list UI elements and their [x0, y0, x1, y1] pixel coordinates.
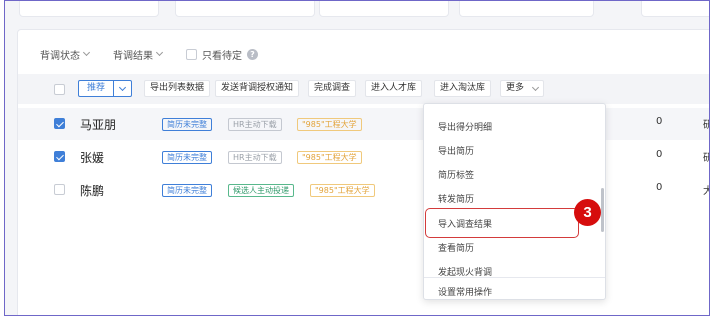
candidate-row[interactable]: 张媛 简历未完整 HR主动下载 "985"工程大学 0 研 — [18, 141, 709, 173]
more-label: 更多 — [506, 83, 525, 93]
recommend-split-button[interactable]: 推荐 — [78, 80, 133, 97]
chevron-down-icon — [82, 48, 91, 57]
candidate-name[interactable]: 陈鹏 — [80, 182, 104, 199]
result-filter-label: 背调结果 — [113, 50, 153, 62]
chevron-down-icon — [155, 48, 164, 57]
degree-value: 研 — [703, 149, 709, 164]
resume-status-tag: 简历未完整 — [162, 118, 212, 131]
chevron-down-icon — [118, 83, 127, 92]
resume-status-tag: 简历未完整 — [162, 151, 212, 164]
send-authorization-button[interactable]: 发送背调授权通知 — [215, 80, 300, 97]
source-tag: HR主动下载 — [228, 118, 282, 131]
more-actions-button[interactable]: 更多 — [500, 80, 544, 97]
candidate-name[interactable]: 马亚朋 — [80, 116, 116, 133]
export-list-button[interactable]: 导出列表数据 — [144, 80, 211, 97]
menu-item-view-resume[interactable]: 查看简历 — [438, 241, 474, 254]
summary-card — [19, 1, 159, 17]
resume-status-tag: 简历未完整 — [162, 184, 212, 197]
select-all-checkbox[interactable] — [54, 84, 65, 95]
only-pending-checkbox[interactable] — [186, 48, 197, 60]
talent-pool-button[interactable]: 进入人才库 — [365, 80, 423, 97]
menu-item-export-resume[interactable]: 导出简历 — [438, 144, 474, 157]
degree-value: 大 — [703, 182, 709, 197]
source-tag: HR主动下载 — [228, 151, 282, 164]
menu-item-export-scores[interactable]: 导出得分明细 — [438, 120, 492, 133]
only-pending-label: 只看待定 — [202, 50, 242, 62]
chevron-down-icon — [531, 83, 539, 92]
summary-card — [319, 1, 449, 17]
menu-item-settings[interactable]: 设置常用操作 — [438, 285, 492, 298]
university-tag: "985"工程大学 — [297, 118, 362, 131]
count-value: 0 — [656, 182, 663, 193]
result-filter[interactable]: 背调结果 — [113, 47, 164, 62]
candidate-row[interactable]: 陈鹏 简历未完整 候选人主动投递 "985"工程大学 0 大 — [18, 174, 709, 206]
summary-card — [641, 1, 709, 17]
menu-item-resume-tags[interactable]: 简历标签 — [438, 168, 474, 181]
row-checkbox[interactable] — [54, 184, 65, 195]
highlight-box — [425, 208, 579, 238]
complete-survey-button[interactable]: 完成调查 — [308, 80, 357, 97]
university-tag: "985"工程大学 — [297, 151, 362, 164]
summary-card — [175, 1, 315, 17]
summary-cards — [15, 1, 709, 19]
menu-item-forward-resume[interactable]: 转发简历 — [438, 192, 474, 205]
status-filter[interactable]: 背调状态 — [40, 47, 91, 62]
help-icon[interactable]: ? — [247, 48, 258, 60]
recommend-dropdown-toggle[interactable] — [114, 81, 131, 96]
filter-bar: 背调状态 背调结果 只看待定 ? — [40, 46, 258, 62]
row-checkbox[interactable] — [54, 151, 65, 162]
university-tag: "985"工程大学 — [310, 184, 375, 197]
menu-scrollbar[interactable] — [601, 188, 604, 232]
summary-card — [459, 1, 594, 17]
candidate-panel: 背调状态 背调结果 只看待定 ? 推荐 导出列表数据 发送背调授权通知 完成调查 — [17, 29, 709, 315]
count-value: 0 — [656, 149, 663, 160]
count-value: 0 — [656, 116, 663, 127]
recommend-button[interactable]: 推荐 — [79, 81, 115, 96]
only-pending-toggle[interactable]: 只看待定 ? — [186, 47, 258, 62]
status-filter-label: 背调状态 — [40, 50, 80, 62]
candidate-name[interactable]: 张媛 — [80, 149, 104, 166]
bulk-action-toolbar: 推荐 导出列表数据 发送背调授权通知 完成调查 进入人才库 进入淘汰库 更多 — [18, 74, 709, 104]
degree-value: 研 — [703, 116, 709, 131]
step-badge: 3 — [574, 199, 601, 226]
menu-divider — [424, 277, 605, 278]
elimination-pool-button[interactable]: 进入淘汰库 — [434, 80, 492, 97]
row-checkbox[interactable] — [54, 118, 65, 129]
source-tag: 候选人主动投递 — [228, 184, 294, 197]
candidate-row[interactable]: 马亚朋 简历未完整 HR主动下载 "985"工程大学 0 研 — [18, 108, 709, 140]
